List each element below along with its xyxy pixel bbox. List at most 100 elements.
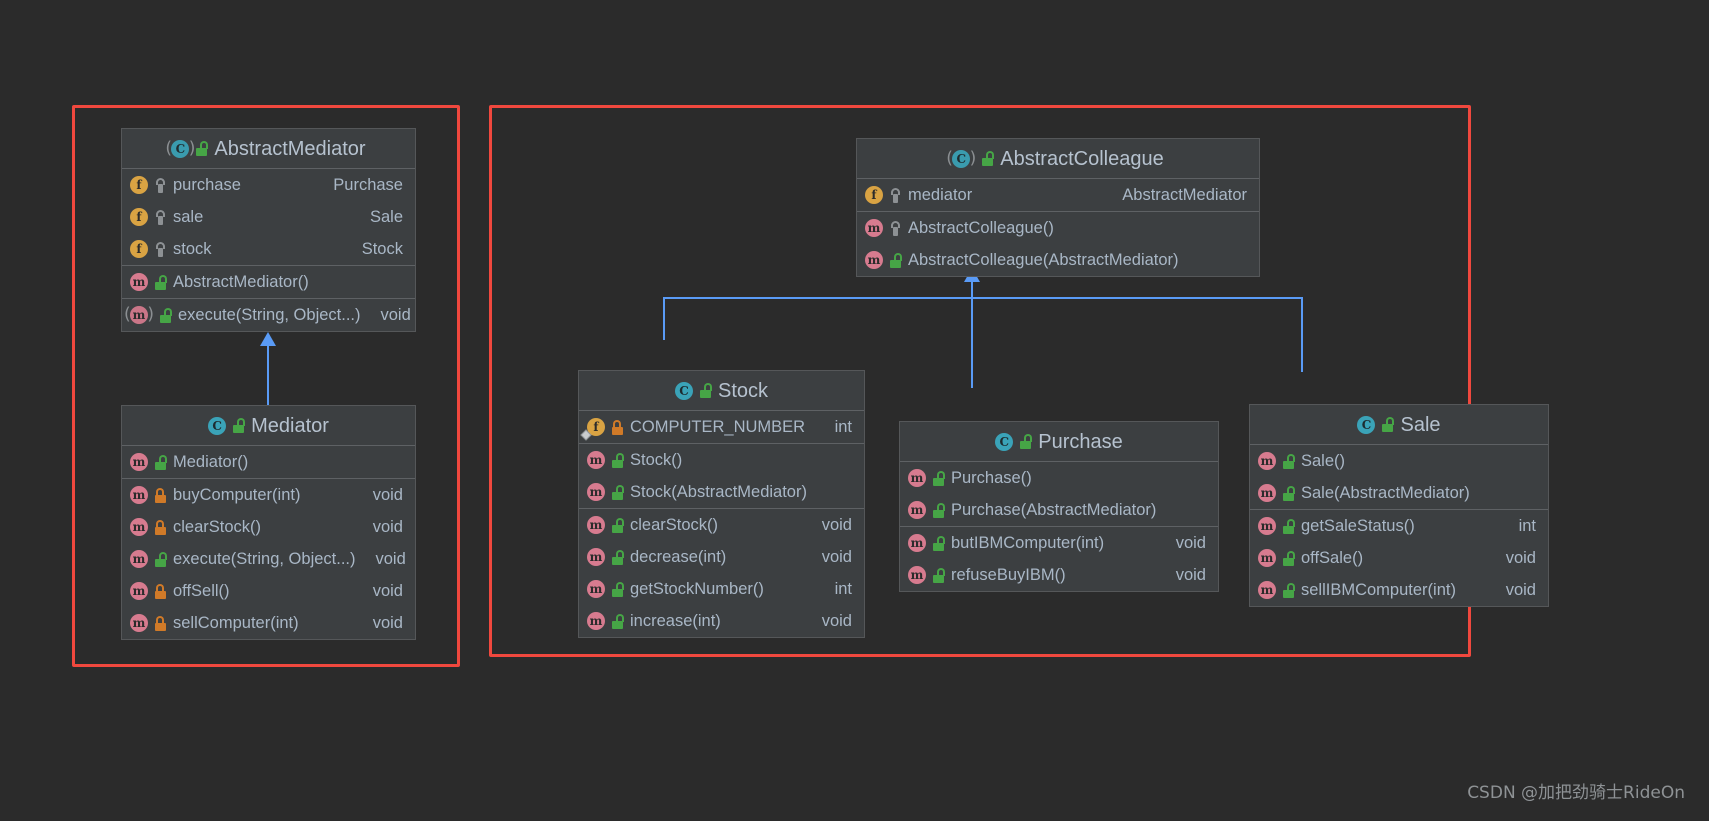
member-row[interactable]: m execute(String, Object...) void: [122, 543, 415, 575]
class-icon: C: [674, 381, 693, 400]
member-type: void: [821, 515, 852, 534]
member-row[interactable]: m Stock(AbstractMediator): [579, 476, 864, 508]
abstract-class-icon: C: [171, 139, 190, 158]
member-name: purchase: [173, 175, 241, 194]
abstract-method-icon: m: [130, 306, 148, 324]
private-lock-icon: [611, 419, 624, 435]
member-row[interactable]: f purchase Purchase: [122, 169, 415, 201]
member-name: Stock(): [630, 450, 683, 469]
class-section-constructors: m AbstractMediator(): [122, 266, 415, 299]
member-row[interactable]: m offSale() void: [1250, 542, 1548, 574]
private-lock-icon: [154, 615, 167, 631]
member-row[interactable]: m getStockNumber() int: [579, 573, 864, 605]
method-icon: m: [587, 548, 605, 566]
class-box-stock[interactable]: C Stock f COMPUTER_NUMBER int m Stock() …: [578, 370, 865, 638]
member-row[interactable]: m AbstractColleague(AbstractMediator): [857, 244, 1259, 276]
member-row[interactable]: m buyComputer(int) void: [122, 479, 415, 511]
method-icon: m: [130, 582, 148, 600]
member-type: void: [1505, 548, 1536, 567]
method-icon: m: [1258, 484, 1276, 502]
method-icon: m: [587, 451, 605, 469]
class-section-fields: f COMPUTER_NUMBER int: [579, 411, 864, 444]
member-row[interactable]: m AbstractMediator(): [122, 266, 415, 298]
member-name: clearStock(): [630, 515, 719, 534]
public-lock-icon: [154, 551, 167, 567]
method-icon: m: [865, 219, 883, 237]
class-box-abstract-mediator[interactable]: C AbstractMediator f purchase Purchase f…: [121, 128, 416, 332]
member-row[interactable]: f COMPUTER_NUMBER int: [579, 411, 864, 443]
member-row[interactable]: m Purchase(): [900, 462, 1218, 494]
method-icon: m: [130, 453, 148, 471]
class-section-fields: f mediator AbstractMediator: [857, 179, 1259, 212]
member-row[interactable]: m Sale(): [1250, 445, 1548, 477]
class-section-constructors: m AbstractColleague() m AbstractColleagu…: [857, 212, 1259, 276]
arrowhead-abstractmediator: [260, 332, 276, 346]
member-row[interactable]: m decrease(int) void: [579, 541, 864, 573]
member-type: void: [372, 517, 403, 536]
member-row[interactable]: m butIBMComputer(int) void: [900, 527, 1218, 559]
class-box-sale[interactable]: C Sale m Sale() m Sale(AbstractMediator)…: [1249, 404, 1549, 607]
class-box-abstract-colleague[interactable]: C AbstractColleague f mediator AbstractM…: [856, 138, 1260, 277]
class-section-fields: f purchase Purchase f sale Sale f stock …: [122, 169, 415, 266]
public-lock-icon: [611, 484, 624, 500]
member-row[interactable]: f sale Sale: [122, 201, 415, 233]
member-row[interactable]: f stock Stock: [122, 233, 415, 265]
class-icon: C: [208, 416, 227, 435]
member-type: void: [821, 611, 852, 630]
public-lock-icon: [195, 141, 209, 156]
class-box-purchase[interactable]: C Purchase m Purchase() m Purchase(Abstr…: [899, 421, 1219, 592]
class-name: Purchase: [1038, 430, 1123, 453]
member-row[interactable]: m Sale(AbstractMediator): [1250, 477, 1548, 509]
abstract-class-icon: C: [952, 149, 971, 168]
public-lock-icon: [1282, 453, 1295, 469]
member-name: getStockNumber(): [630, 579, 764, 598]
member-row[interactable]: m refuseBuyIBM() void: [900, 559, 1218, 591]
public-lock-icon: [611, 613, 624, 629]
method-icon: m: [865, 251, 883, 269]
method-icon: m: [587, 483, 605, 501]
member-row[interactable]: m Mediator(): [122, 446, 415, 478]
method-icon: m: [1258, 581, 1276, 599]
method-icon: m: [587, 516, 605, 534]
member-row[interactable]: m offSell() void: [122, 575, 415, 607]
method-icon: m: [1258, 549, 1276, 567]
member-name: sellComputer(int): [173, 613, 299, 632]
class-title-mediator: C Mediator: [122, 406, 415, 446]
method-icon: m: [130, 273, 148, 291]
member-row[interactable]: m Stock(): [579, 444, 864, 476]
member-row[interactable]: m execute(String, Object...) void: [122, 299, 415, 331]
class-icon: C: [1357, 415, 1376, 434]
method-icon: m: [1258, 517, 1276, 535]
member-row[interactable]: m increase(int) void: [579, 605, 864, 637]
class-name: Stock: [717, 379, 769, 402]
class-title-sale: C Sale: [1250, 405, 1548, 445]
class-name: AbstractColleague: [1000, 147, 1164, 170]
member-type: Stock: [361, 239, 403, 258]
public-lock-icon: [699, 383, 712, 398]
member-row[interactable]: m Purchase(AbstractMediator): [900, 494, 1218, 526]
member-name: clearStock(): [173, 517, 262, 536]
member-row[interactable]: m clearStock() void: [122, 511, 415, 543]
member-type: void: [1505, 580, 1536, 599]
member-row[interactable]: m sellIBMComputer(int) void: [1250, 574, 1548, 606]
public-lock-icon: [611, 581, 624, 597]
member-name: Stock(AbstractMediator): [630, 482, 807, 501]
public-lock-icon: [232, 418, 246, 433]
member-name: Purchase(): [951, 468, 1032, 487]
member-name: Mediator(): [173, 452, 249, 471]
member-row[interactable]: m getSaleStatus() int: [1250, 510, 1548, 542]
public-lock-icon: [611, 549, 624, 565]
class-box-mediator[interactable]: C Mediator m Mediator() m buyComputer(in…: [121, 405, 416, 640]
watermark-text: CSDN @加把劲骑士RideOn: [1467, 783, 1685, 803]
member-row[interactable]: m sellComputer(int) void: [122, 607, 415, 639]
member-row[interactable]: m clearStock() void: [579, 509, 864, 541]
member-row[interactable]: f mediator AbstractMediator: [857, 179, 1259, 211]
class-name: Sale: [1400, 413, 1441, 436]
member-name: sale: [173, 207, 204, 226]
private-lock-icon: [154, 487, 167, 503]
member-type: int: [1518, 516, 1536, 535]
class-section-methods: m getSaleStatus() int m offSale() void m…: [1250, 510, 1548, 606]
connector-stock-vertical: [663, 297, 665, 340]
static-field-icon: f: [580, 418, 605, 441]
member-row[interactable]: m AbstractColleague(): [857, 212, 1259, 244]
